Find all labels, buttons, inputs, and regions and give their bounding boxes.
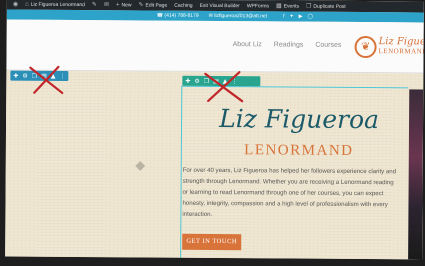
mail-icon: ✉ — [208, 12, 213, 19]
youtube-icon[interactable]: ▶ — [299, 14, 303, 20]
home-icon: ⌂ — [25, 1, 29, 8]
admin-bar-duplicate-post[interactable]: ❐ Duplicate Post — [306, 3, 346, 10]
admin-bar-wpforms[interactable]: WPForms — [247, 3, 269, 9]
wordpress-icon[interactable]: ◉ — [13, 1, 18, 8]
facebook-icon[interactable]: f — [283, 13, 284, 19]
email-address[interactable]: ✉ lizfigueroa2013@att.net — [209, 13, 268, 19]
get-in-touch-button[interactable]: GET IN TOUCH — [182, 233, 242, 251]
copy-icon: ❐ — [306, 3, 312, 10]
main-nav: About Liz Readings Courses — [233, 41, 342, 49]
logo-emblem-icon[interactable]: ❦ — [354, 35, 377, 59]
drag-handle[interactable] — [135, 161, 146, 171]
site-logo[interactable]: Liz Figueroa LENORMAND — [379, 36, 424, 55]
admin-bar-edit-page[interactable]: ✎ Edit Page — [139, 1, 168, 8]
logo-line-1: Liz Figueroa — [378, 36, 424, 48]
hero-subtitle: LENORMAND — [244, 142, 354, 159]
plus-icon: + — [115, 1, 120, 8]
strike-mark-icon — [29, 65, 64, 95]
comments-icon[interactable]: ✉ — [104, 1, 109, 8]
hero-section: ✚ ⚙ ❐ ▤ ▲ ⋮ ✚ ⚙ ❐ ▤ ▲ ⋮ Liz Figueroa LEN… — [5, 65, 424, 260]
admin-bar-exit-visual-builder[interactable]: Exit Visual Builder — [200, 2, 240, 8]
calendar-icon: ▦ — [276, 3, 282, 10]
site-header: About Liz Readings Courses ❦ Liz Figuero… — [6, 19, 424, 74]
settings-icon[interactable]: ⚙ — [22, 72, 27, 79]
phone-number[interactable]: ☎ (414) 788-8179 — [157, 13, 199, 19]
strike-mark-icon — [204, 71, 244, 103]
settings-icon[interactable]: ⚙ — [194, 77, 199, 84]
admin-bar-new[interactable]: + New — [116, 2, 132, 8]
admin-bar-events[interactable]: ▦ Events — [276, 2, 299, 9]
nav-item-readings[interactable]: Readings — [274, 41, 304, 48]
nav-item-about-liz[interactable]: About Liz — [233, 41, 262, 48]
instagram-icon[interactable]: ◯ — [308, 14, 314, 20]
customize-icon[interactable]: ✎ — [92, 1, 97, 8]
portrait-photo — [408, 89, 424, 260]
monitor-screen: ◉ ⌂ Liz Figueroa Lenormand ✎ ✉ + New ✎ E… — [5, 0, 424, 260]
logo-line-2: LENORMAND — [378, 47, 424, 56]
edit-icon: ✎ — [138, 2, 144, 9]
move-icon[interactable]: ✚ — [13, 72, 18, 79]
hero-bio: For over 40 years, Liz Figueroa has help… — [182, 166, 397, 218]
admin-bar-caching[interactable]: Caching — [174, 2, 192, 8]
social-links: f ✦ ▶ ◯ — [283, 13, 313, 19]
twitter-icon[interactable]: ✦ — [289, 14, 293, 20]
phone-icon: ☎ — [156, 12, 164, 19]
admin-bar-site-name[interactable]: ⌂ Liz Figueroa Lenormand — [25, 1, 85, 7]
nav-item-courses[interactable]: Courses — [315, 42, 341, 49]
hero-name: Liz Figueroa — [219, 104, 380, 135]
move-icon[interactable]: ✚ — [185, 77, 190, 84]
